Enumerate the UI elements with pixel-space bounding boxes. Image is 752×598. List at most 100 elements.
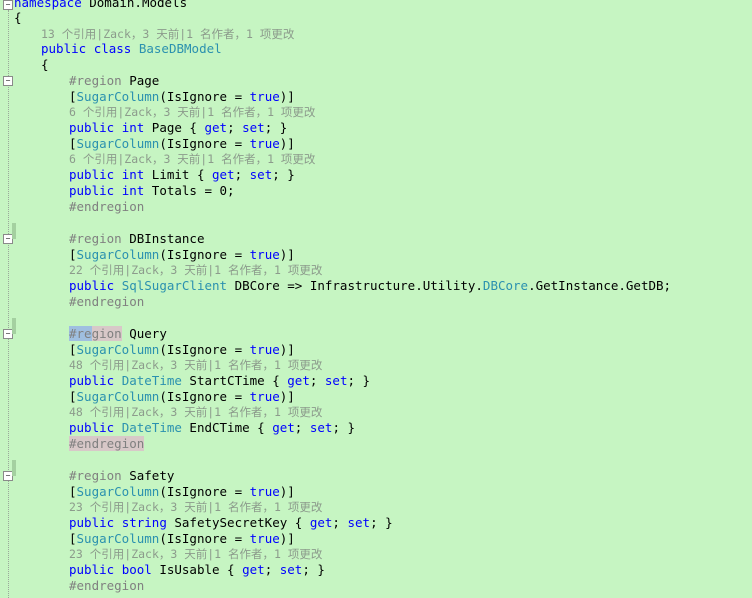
codelens-dbcore[interactable]: 22 个引用|Zack，3 天前|1 名作者，1 项更改 — [69, 262, 322, 278]
region-title: DBInstance — [121, 231, 205, 246]
keyword-true: true — [249, 389, 280, 404]
keyword-int: int — [121, 183, 145, 198]
change-margin-marker — [12, 223, 16, 239]
fold-namespace-icon[interactable]: − — [3, 0, 13, 10]
attribute-args: (IsIgnore = — [159, 484, 250, 499]
bracket: [ — [69, 484, 77, 499]
code-line-totals-field[interactable]: public int Totals = 0; — [69, 183, 235, 199]
code-line-endregion[interactable]: #endregion — [69, 294, 144, 310]
codelens-startctime[interactable]: 48 个引用|Zack，3 天前|1 名作者，1 项更改 — [69, 357, 322, 373]
type-name: SqlSugarClient — [121, 278, 228, 293]
code-line-safetysecretkey-prop[interactable]: public string SafetySecretKey { get; set… — [69, 515, 393, 531]
attribute-name: SugarColumn — [76, 389, 160, 404]
keyword-set: set — [242, 120, 265, 135]
keyword-public: public — [69, 562, 115, 577]
keyword-true: true — [249, 484, 280, 499]
punct: ; — [332, 515, 348, 530]
preprocessor-region: #region — [69, 73, 122, 88]
keyword-namespace: namespace — [14, 0, 82, 10]
attribute-args: (IsIgnore = — [159, 389, 250, 404]
attribute-name: SugarColumn — [76, 531, 160, 546]
punct: ; } — [370, 515, 393, 530]
code-line-page-prop[interactable]: public int Page { get; set; } — [69, 120, 287, 136]
preprocessor-endregion-highlight: #endregion — [69, 436, 145, 451]
keyword-public: public — [69, 373, 115, 388]
keyword-public: public — [69, 120, 115, 135]
codelens-limit[interactable]: 6 个引用|Zack，3 天前|1 名作者，1 项更改 — [69, 151, 315, 167]
code-line-region-page[interactable]: #region Page — [69, 73, 159, 89]
namespace-name: Domain.Models — [81, 0, 188, 10]
outline-guide — [8, 10, 9, 598]
codelens-page[interactable]: 6 个引用|Zack，3 天前|1 名作者，1 项更改 — [69, 104, 315, 120]
bracket: )] — [279, 136, 295, 151]
property-name: EndCTime { — [181, 420, 273, 435]
bracket: [ — [69, 389, 77, 404]
code-line-attribute[interactable]: [SugarColumn(IsIgnore = true)] — [69, 89, 295, 105]
keyword-set: set — [249, 167, 273, 182]
code-line-startctime-prop[interactable]: public DateTime StartCTime { get; set; } — [69, 373, 370, 389]
keyword-public: public — [41, 41, 87, 56]
property-name: SafetySecretKey { — [166, 515, 310, 530]
preprocessor-region-selected: #re — [69, 326, 92, 341]
class-name: BaseDBModel — [138, 41, 222, 56]
brace: { — [14, 10, 22, 25]
bracket: [ — [69, 136, 77, 151]
code-line-attribute[interactable]: [SugarColumn(IsIgnore = true)] — [69, 531, 295, 547]
keyword-true: true — [249, 531, 280, 546]
code-line-endregion[interactable]: #endregion — [69, 436, 145, 452]
keyword-public: public — [69, 420, 115, 435]
code-line-endregion[interactable]: #endregion — [69, 578, 144, 594]
punct: ; } — [272, 167, 295, 182]
code-editor[interactable]: − − − − − namespace Domain.Models { 13 个… — [0, 0, 752, 598]
code-line-open-brace[interactable]: { — [14, 10, 22, 26]
change-margin-marker — [12, 318, 16, 334]
code-line-endctime-prop[interactable]: public DateTime EndCTime { get; set; } — [69, 420, 355, 436]
bracket: )] — [279, 389, 295, 404]
bracket: )] — [279, 484, 295, 499]
code-line-class[interactable]: public class BaseDBModel — [41, 41, 222, 57]
punct: ; — [227, 120, 243, 135]
codelens-class[interactable]: 13 个引用|Zack，3 天前|1 名作者，1 项更改 — [41, 26, 294, 42]
keyword-class: class — [93, 41, 132, 56]
bracket: )] — [279, 531, 295, 546]
attribute-args: (IsIgnore = — [159, 136, 250, 151]
punct: ; — [264, 562, 280, 577]
type-name: DateTime — [121, 373, 182, 388]
property-name: StartCTime { — [181, 373, 288, 388]
type-name: DateTime — [121, 420, 182, 435]
bracket: )] — [279, 247, 295, 262]
code-line-dbcore-prop[interactable]: public SqlSugarClient DBCore => Infrastr… — [69, 278, 671, 294]
codelens-safetysecretkey[interactable]: 23 个引用|Zack，3 天前|1 名作者，1 项更改 — [69, 499, 322, 515]
attribute-name: SugarColumn — [76, 89, 160, 104]
code-line-region-safety[interactable]: #region Safety — [69, 468, 174, 484]
change-margin-marker — [12, 460, 16, 476]
code-line-isusable-prop[interactable]: public bool IsUsable { get; set; } — [69, 562, 325, 578]
code-line-limit-prop[interactable]: public int Limit { get; set; } — [69, 167, 295, 183]
region-title: Query — [121, 326, 167, 341]
preprocessor-region: #region — [69, 468, 122, 483]
property-expression: .GetInstance.GetDB; — [528, 278, 672, 293]
code-line-endregion[interactable]: #endregion — [69, 199, 144, 215]
fold-region-page-icon[interactable]: − — [3, 76, 13, 86]
code-line-attribute[interactable]: [SugarColumn(IsIgnore = true)] — [69, 247, 295, 263]
attribute-args: (IsIgnore = — [159, 247, 250, 262]
code-line-class-brace[interactable]: { — [41, 57, 49, 73]
codelens-endctime[interactable]: 48 个引用|Zack，3 天前|1 名作者，1 项更改 — [69, 404, 322, 420]
keyword-string: string — [121, 515, 167, 530]
bracket: [ — [69, 89, 77, 104]
keyword-get: get — [212, 167, 235, 182]
code-line-region-dbinstance[interactable]: #region DBInstance — [69, 231, 204, 247]
code-line-attribute[interactable]: [SugarColumn(IsIgnore = true)] — [69, 342, 295, 358]
code-line-region-query[interactable]: #region Query — [69, 326, 167, 342]
code-line-attribute[interactable]: [SugarColumn(IsIgnore = true)] — [69, 136, 295, 152]
bracket: [ — [69, 531, 77, 546]
keyword-true: true — [249, 342, 280, 357]
keyword-set: set — [347, 515, 371, 530]
punct: ; } — [302, 562, 325, 577]
code-line-namespace[interactable]: namespace Domain.Models — [14, 0, 187, 11]
bracket: [ — [69, 247, 77, 262]
code-line-attribute[interactable]: [SugarColumn(IsIgnore = true)] — [69, 484, 295, 500]
punct: ; } — [347, 373, 371, 388]
code-line-attribute[interactable]: [SugarColumn(IsIgnore = true)] — [69, 389, 295, 405]
codelens-isusable[interactable]: 23 个引用|Zack，3 天前|1 名作者，1 项更改 — [69, 546, 322, 562]
